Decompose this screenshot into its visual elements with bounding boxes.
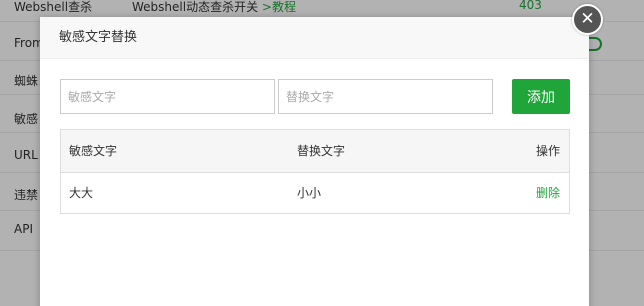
sensitive-words-dialog: 敏感文字替换 添加 敏感文字 替换文字 操作 大大 小小 删除 xyxy=(40,17,589,306)
header-action: 操作 xyxy=(535,144,560,158)
table-header: 敏感文字 替换文字 操作 xyxy=(61,130,569,173)
cell-sensitive: 大大 xyxy=(69,186,94,200)
add-button[interactable]: 添加 xyxy=(512,79,570,114)
sensitive-word-input[interactable] xyxy=(60,79,275,114)
delete-link[interactable]: 删除 xyxy=(536,173,560,213)
replacement-table: 敏感文字 替换文字 操作 大大 小小 删除 xyxy=(60,129,570,214)
close-button[interactable]: ✕ xyxy=(572,4,603,35)
dialog-title: 敏感文字替换 xyxy=(40,17,589,59)
cell-replacement: 小小 xyxy=(297,186,322,200)
header-sensitive: 敏感文字 xyxy=(69,144,118,158)
replacement-word-input[interactable] xyxy=(278,79,493,114)
close-icon: ✕ xyxy=(580,9,595,29)
table-row: 大大 小小 删除 xyxy=(61,173,569,213)
header-replacement: 替换文字 xyxy=(297,144,346,158)
